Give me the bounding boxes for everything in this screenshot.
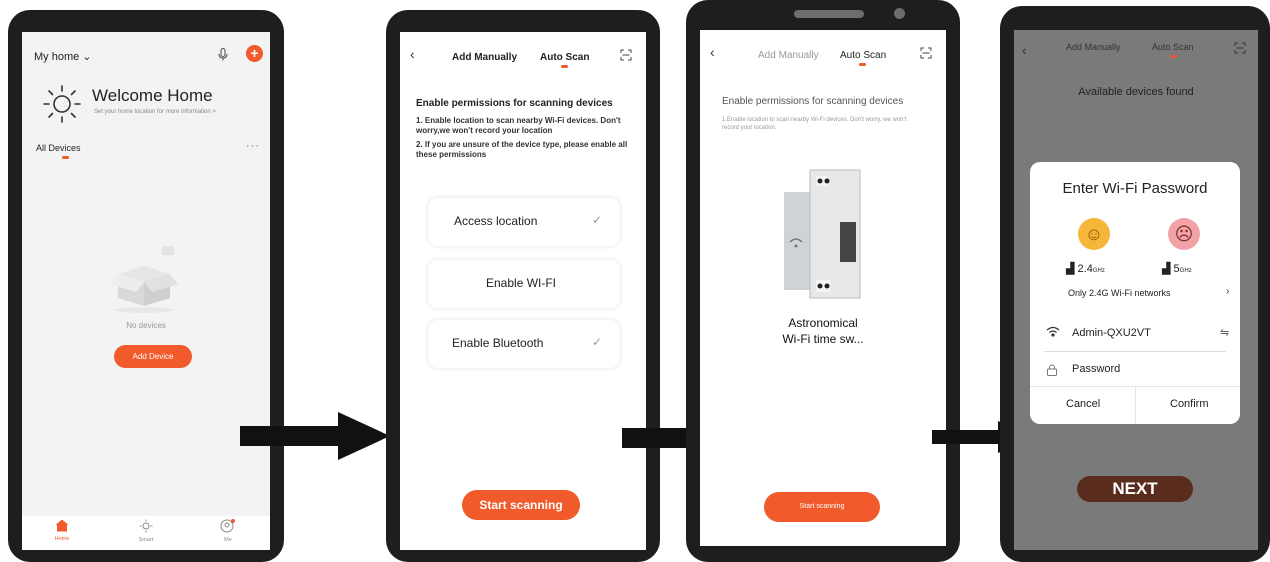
wifi-password-screen: ‹ Add Manually Auto Scan Available devic…: [1014, 30, 1258, 550]
back-icon[interactable]: ‹: [710, 44, 715, 60]
phone-home-screen: My home ⌄ + Welcome Home Set your home l…: [8, 10, 284, 562]
phone-wifi-password-screen: ‹ Add Manually Auto Scan Available devic…: [1000, 6, 1270, 562]
tab-add-manually[interactable]: Add Manually: [758, 50, 819, 61]
tab-me[interactable]: Me: [208, 519, 248, 543]
arrow-right-icon: [240, 412, 390, 460]
tab-all-devices[interactable]: All Devices: [36, 143, 81, 153]
add-device-button[interactable]: Add Device: [114, 345, 192, 368]
tab-smart-label: Smart: [138, 537, 154, 543]
device-name-line1: Astronomical: [788, 316, 858, 330]
phone-camera: [894, 8, 905, 19]
cancel-button[interactable]: Cancel: [1066, 398, 1100, 410]
confirm-button[interactable]: Confirm: [1170, 398, 1209, 410]
device-image: [780, 162, 866, 307]
add-plus-icon[interactable]: +: [246, 45, 263, 62]
tab-home-label: Home: [54, 536, 70, 542]
bottom-tab-bar: Home Smart Me: [22, 516, 270, 550]
band-24-value: 2.4: [1077, 263, 1093, 275]
access-location-option[interactable]: Access location ✓: [428, 198, 620, 246]
phone-scanning-screen: ‹ Add Manually Auto Scan Enable permissi…: [686, 0, 960, 562]
back-icon[interactable]: ‹: [410, 46, 415, 62]
enable-wifi-label: Enable WI-FI: [486, 276, 557, 290]
band-24-option: ▟ 2.4GHz: [1066, 262, 1105, 275]
scan-code-icon[interactable]: [1234, 42, 1246, 57]
start-scanning-button[interactable]: Start scanning: [462, 490, 580, 520]
back-icon[interactable]: ‹: [1022, 42, 1027, 58]
phone-permissions-screen: ‹ Add Manually Auto Scan Enable permissi…: [386, 10, 660, 562]
tab-me-label: Me: [224, 537, 232, 543]
tab-underline: [62, 156, 69, 159]
wifi-icon: [1046, 326, 1060, 340]
access-location-label: Access location: [454, 214, 538, 228]
sun-icon: [42, 84, 82, 124]
home-screen: My home ⌄ + Welcome Home Set your home l…: [22, 32, 270, 550]
start-scanning-button[interactable]: Start scanning: [764, 492, 880, 522]
enable-bluetooth-label: Enable Bluetooth: [452, 336, 544, 350]
permissions-screen: ‹ Add Manually Auto Scan Enable permissi…: [400, 32, 646, 550]
router-icon: ▟: [1066, 263, 1075, 275]
checkmark-icon: ✓: [591, 213, 602, 227]
device-name-line2: Wi-Fi time sw...: [782, 332, 864, 346]
home-selector[interactable]: My home ⌄: [34, 50, 92, 63]
tab-auto-scan[interactable]: Auto Scan: [540, 52, 589, 63]
scanning-screen: ‹ Add Manually Auto Scan Enable permissi…: [700, 30, 946, 546]
tab-home[interactable]: Home: [42, 519, 82, 542]
permission-note: 1.Enable location to scan nearby Wi-Fi d…: [722, 117, 907, 131]
me-icon: [208, 519, 248, 537]
chevron-right-icon[interactable]: ›: [1226, 286, 1229, 297]
divider: [1044, 351, 1226, 352]
wifi-password-dialog: Enter Wi-Fi Password ☺ ☹ ▟ 2.4GHz ▟ 5GHz…: [1030, 162, 1240, 424]
tab-underline: [859, 63, 866, 66]
welcome-title: Welcome Home: [92, 86, 213, 105]
tab-smart[interactable]: Smart: [126, 519, 166, 543]
password-input[interactable]: Password: [1072, 363, 1120, 375]
only-24g-notice[interactable]: Only 2.4G Wi-Fi networks: [1068, 288, 1171, 298]
next-button[interactable]: NEXT: [1077, 476, 1193, 502]
welcome-subtitle[interactable]: Set your home location for more informat…: [94, 109, 216, 115]
wifi-network-name: Admin-QXU2VT: [1072, 327, 1151, 339]
permissions-title: Enable permissions for scanning devices: [416, 98, 613, 109]
lock-icon: [1046, 363, 1058, 381]
no-devices-text: No devices: [126, 321, 166, 330]
tab-underline: [1170, 55, 1177, 58]
band-5-option: ▟ 5GHz: [1162, 262, 1192, 275]
divider: [1135, 386, 1136, 424]
scan-code-icon[interactable]: [620, 49, 632, 64]
microphone-icon[interactable]: [218, 47, 228, 64]
dialog-title: Enter Wi-Fi Password: [1062, 180, 1208, 197]
permissions-title: Enable permissions for scanning devices: [722, 96, 904, 107]
tab-add-manually[interactable]: Add Manually: [1066, 42, 1121, 52]
router-icon: ▟: [1162, 263, 1171, 275]
switch-network-icon[interactable]: ⇋: [1220, 326, 1229, 339]
tab-underline: [561, 65, 568, 68]
permission-note-1: 1. Enable location to scan nearby Wi-Fi …: [416, 116, 621, 135]
sad-face-icon: ☹: [1168, 218, 1200, 250]
tab-auto-scan[interactable]: Auto Scan: [840, 50, 886, 61]
enable-wifi-option[interactable]: Enable WI-FI: [428, 260, 620, 308]
tab-auto-scan[interactable]: Auto Scan: [1152, 42, 1194, 52]
available-devices-text: Available devices found: [1078, 86, 1194, 98]
enable-bluetooth-option[interactable]: Enable Bluetooth ✓: [428, 320, 620, 368]
more-menu-icon[interactable]: ···: [246, 140, 260, 152]
home-icon: [42, 519, 82, 536]
phone-speaker: [794, 10, 864, 18]
smart-icon: [126, 519, 166, 537]
permission-note-2: 2. If you are unsure of the device type,…: [416, 140, 628, 159]
happy-face-icon: ☺: [1078, 218, 1110, 250]
empty-box-illustration: [104, 244, 184, 314]
scan-code-icon[interactable]: [920, 47, 932, 62]
band-24-unit: GHz: [1092, 268, 1105, 274]
band-5-unit: GHz: [1179, 268, 1192, 274]
checkmark-icon: ✓: [591, 335, 602, 349]
tab-add-manually[interactable]: Add Manually: [452, 52, 517, 63]
